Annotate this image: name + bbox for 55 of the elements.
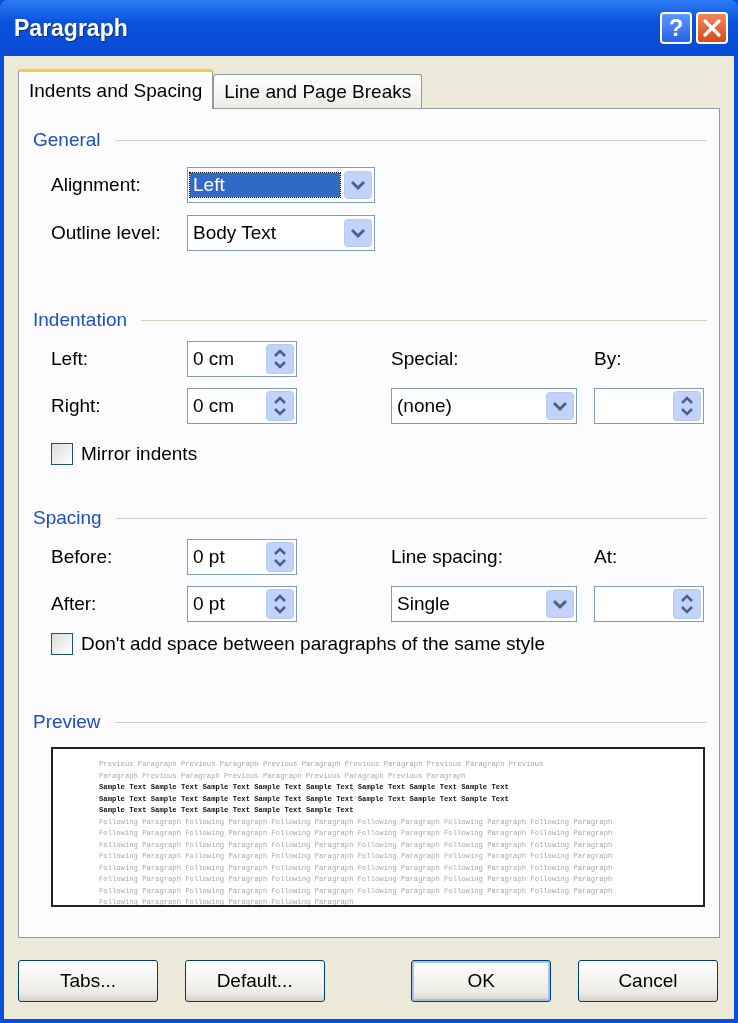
dialog-button[interactable]: OK bbox=[411, 960, 552, 1002]
field-label: Left: bbox=[51, 348, 89, 370]
up-down-arrows-icon bbox=[266, 391, 294, 421]
spinner-value: 0 cm bbox=[192, 347, 236, 371]
up-down-arrows-icon bbox=[673, 589, 701, 619]
at-spinner[interactable] bbox=[594, 586, 704, 622]
before-spinner[interactable]: 0 pt bbox=[187, 539, 297, 575]
spinner-value: 0 cm bbox=[192, 394, 236, 418]
close-button[interactable] bbox=[696, 12, 728, 44]
spinner-value: 0 pt bbox=[192, 545, 226, 569]
section-heading: Indentation bbox=[33, 309, 128, 331]
field-label: Alignment: bbox=[51, 174, 142, 196]
field-label: After: bbox=[51, 593, 98, 615]
chevron-down-icon bbox=[546, 392, 574, 420]
field-label: By: bbox=[594, 348, 623, 370]
alignment-dropdown[interactable]: Left bbox=[187, 167, 375, 203]
dropdown-value: (none) bbox=[396, 394, 453, 418]
tab[interactable]: Line and Page Breaks bbox=[213, 74, 423, 108]
outline-level-dropdown[interactable]: Body Text bbox=[187, 215, 375, 251]
up-down-arrows-icon bbox=[266, 589, 294, 619]
dialog-button[interactable]: Tabs... bbox=[18, 960, 158, 1002]
field-label: Before: bbox=[51, 546, 114, 568]
window-title: Paragraph bbox=[14, 14, 129, 42]
dialog-button[interactable]: Default... bbox=[184, 960, 325, 1002]
after-spinner[interactable]: 0 pt bbox=[187, 586, 297, 622]
spinner-value: 0 pt bbox=[192, 592, 226, 616]
section-heading: General bbox=[33, 129, 101, 151]
close-icon bbox=[702, 18, 722, 38]
checkbox[interactable] bbox=[51, 633, 73, 655]
by-spinner[interactable] bbox=[594, 388, 704, 424]
dropdown-value: Left bbox=[190, 173, 340, 197]
line-spacing-dropdown[interactable]: Single bbox=[391, 586, 577, 622]
up-down-arrows-icon bbox=[673, 391, 701, 421]
field-label: Line spacing: bbox=[391, 546, 504, 568]
field-label: Special: bbox=[391, 348, 460, 370]
chevron-down-icon bbox=[344, 171, 372, 199]
checkbox-label[interactable]: Mirror indents bbox=[81, 443, 198, 465]
field-label: Outline level: bbox=[51, 222, 162, 244]
right-indent-spinner[interactable]: 0 cm bbox=[187, 388, 297, 424]
up-down-arrows-icon bbox=[266, 344, 294, 374]
field-label: Right: bbox=[51, 395, 102, 417]
up-down-arrows-icon bbox=[266, 542, 294, 572]
chevron-down-icon bbox=[546, 590, 574, 618]
field-label: At: bbox=[594, 546, 619, 568]
left-indent-spinner[interactable]: 0 cm bbox=[187, 341, 297, 377]
checkbox-label[interactable]: Don't add space between paragraphs of the same style bbox=[81, 633, 546, 655]
checkbox[interactable] bbox=[51, 443, 73, 465]
dialog-button[interactable]: Cancel bbox=[577, 960, 718, 1002]
special-dropdown[interactable]: (none) bbox=[391, 388, 577, 424]
section-heading: Preview bbox=[33, 711, 101, 733]
dropdown-value: Single bbox=[396, 592, 451, 616]
section-heading: Spacing bbox=[33, 507, 102, 529]
dropdown-value: Body Text bbox=[192, 221, 278, 245]
chevron-down-icon bbox=[344, 219, 372, 247]
tab[interactable]: Indents and Spacing bbox=[18, 69, 214, 109]
